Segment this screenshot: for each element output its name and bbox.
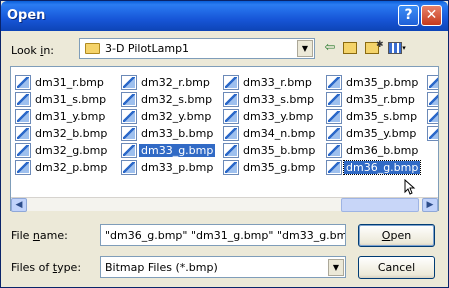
file-item-partial[interactable] — [425, 74, 438, 91]
bitmap-file-icon — [223, 92, 239, 107]
file-item[interactable]: dm35_r.bmp — [324, 91, 420, 108]
bitmap-file-icon — [223, 126, 239, 141]
bitmap-file-icon — [427, 126, 438, 141]
bitmap-file-icon — [121, 92, 137, 107]
bitmap-file-icon — [223, 143, 239, 158]
file-item[interactable]: dm32_r.bmp — [119, 74, 215, 91]
bitmap-file-icon — [326, 92, 342, 107]
scrollbar-thumb[interactable] — [341, 198, 419, 212]
chevron-down-icon[interactable]: ▼ — [328, 259, 344, 276]
file-item[interactable]: dm35_g.bmp — [221, 159, 317, 176]
file-item-partial[interactable] — [425, 108, 438, 125]
folder-icon — [85, 43, 100, 54]
bitmap-file-icon — [15, 109, 31, 124]
files-of-type-value: Bitmap Files (*.bmp) — [105, 261, 218, 274]
close-button[interactable]: ✕ — [421, 5, 442, 26]
bitmap-file-icon — [223, 75, 239, 90]
bitmap-file-icon — [121, 75, 137, 90]
bitmap-file-icon — [427, 92, 438, 107]
horizontal-scrollbar[interactable]: ◀ ▶ — [11, 197, 438, 212]
file-item[interactable]: dm31_r.bmp — [13, 74, 109, 91]
bitmap-file-icon — [326, 109, 342, 124]
file-item[interactable]: dm35_b.bmp — [221, 142, 317, 159]
file-item-partial[interactable] — [425, 91, 438, 108]
file-item-partial[interactable] — [425, 125, 438, 142]
bitmap-file-icon — [15, 160, 31, 175]
file-item[interactable]: dm33_s.bmp — [221, 91, 317, 108]
view-menu-button[interactable]: ▾ — [385, 39, 409, 57]
bitmap-file-icon — [15, 126, 31, 141]
up-one-level-button[interactable] — [341, 39, 359, 57]
bitmap-file-icon — [15, 75, 31, 90]
look-in-label: Look in: — [11, 44, 55, 57]
cancel-button[interactable]: Cancel — [358, 256, 435, 279]
file-item[interactable]: dm32_b.bmp — [13, 125, 109, 142]
file-name-input[interactable]: "dm36_g.bmp" "dm31_g.bmp" "dm33_g.bmp" — [100, 224, 346, 246]
files-of-type-label: Files of type: — [11, 261, 82, 274]
create-new-folder-button[interactable]: ✱ — [363, 39, 384, 57]
file-name-label: File name: — [11, 229, 68, 242]
file-item[interactable]: dm31_s.bmp — [13, 91, 109, 108]
file-item-selected[interactable]: dm36_g.bmp — [324, 159, 422, 176]
new-folder-icon: ✱ — [365, 40, 384, 54]
open-button[interactable]: Open — [358, 224, 435, 247]
file-item[interactable]: dm35_p.bmp — [324, 74, 420, 91]
files-of-type-combobox[interactable]: Bitmap Files (*.bmp) ▼ — [100, 256, 346, 278]
bitmap-file-icon — [15, 92, 31, 107]
bitmap-file-icon — [15, 143, 31, 158]
look-in-combobox[interactable]: 3-D PilotLamp1 ▼ — [79, 38, 315, 59]
open-dialog: Open ? ✕ Look in: 3-D PilotLamp1 ▼ ⇦ ✱ ▾… — [0, 0, 449, 288]
up-folder-icon — [343, 42, 357, 54]
bitmap-file-icon — [223, 109, 239, 124]
scroll-right-icon[interactable]: ▶ — [422, 198, 438, 212]
view-icon — [388, 42, 403, 54]
scroll-left-icon[interactable]: ◀ — [11, 198, 27, 212]
file-item[interactable]: dm34_n.bmp — [221, 125, 317, 142]
file-item[interactable]: dm31_y.bmp — [13, 108, 109, 125]
bitmap-file-icon — [427, 75, 438, 90]
bitmap-file-icon — [326, 160, 342, 175]
mouse-pointer-icon — [404, 179, 416, 195]
look-in-value: 3-D PilotLamp1 — [105, 42, 190, 55]
file-item[interactable]: dm33_p.bmp — [119, 159, 215, 176]
title-bar: Open ? ✕ — [1, 1, 448, 31]
file-item[interactable]: dm32_g.bmp — [13, 142, 109, 159]
file-item[interactable]: dm35_y.bmp — [324, 125, 420, 142]
help-button[interactable]: ? — [398, 5, 419, 26]
file-item[interactable]: dm32_y.bmp — [119, 108, 215, 125]
file-list[interactable]: dm31_r.bmp dm31_s.bmp dm31_y.bmp dm32_b.… — [10, 66, 439, 211]
file-item[interactable]: dm35_s.bmp — [324, 108, 420, 125]
file-item[interactable]: dm33_b.bmp — [119, 125, 215, 142]
bitmap-file-icon — [121, 126, 137, 141]
bitmap-file-icon — [427, 109, 438, 124]
bitmap-file-icon — [121, 160, 137, 175]
file-item[interactable]: dm33_r.bmp — [221, 74, 317, 91]
dialog-title: Open — [7, 8, 46, 23]
bitmap-file-icon — [223, 160, 239, 175]
chevron-down-icon[interactable]: ▼ — [297, 40, 313, 57]
file-item[interactable]: dm32_p.bmp — [13, 159, 109, 176]
back-arrow-icon: ⇦ — [324, 40, 336, 55]
back-button[interactable]: ⇦ — [323, 39, 337, 57]
file-item[interactable]: dm36_b.bmp — [324, 142, 420, 159]
bitmap-file-icon — [326, 75, 342, 90]
file-item[interactable]: dm33_y.bmp — [221, 108, 317, 125]
bitmap-file-icon — [121, 109, 137, 124]
bitmap-file-icon — [326, 143, 342, 158]
bitmap-file-icon — [121, 143, 137, 158]
file-item[interactable]: dm32_s.bmp — [119, 91, 215, 108]
file-item-selected[interactable]: dm33_g.bmp — [119, 142, 216, 159]
bitmap-file-icon — [326, 126, 342, 141]
